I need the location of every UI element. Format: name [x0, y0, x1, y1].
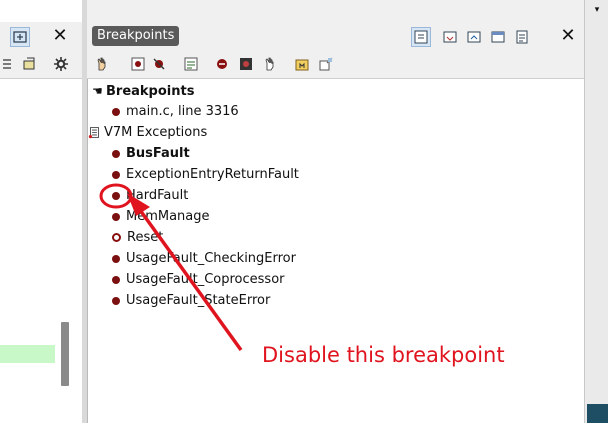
annotation-text: Disable this breakpoint	[262, 343, 505, 367]
annotation-arrow-line	[138, 208, 243, 352]
annotation-circle	[99, 183, 133, 209]
annotation-arrow-head	[127, 193, 150, 216]
